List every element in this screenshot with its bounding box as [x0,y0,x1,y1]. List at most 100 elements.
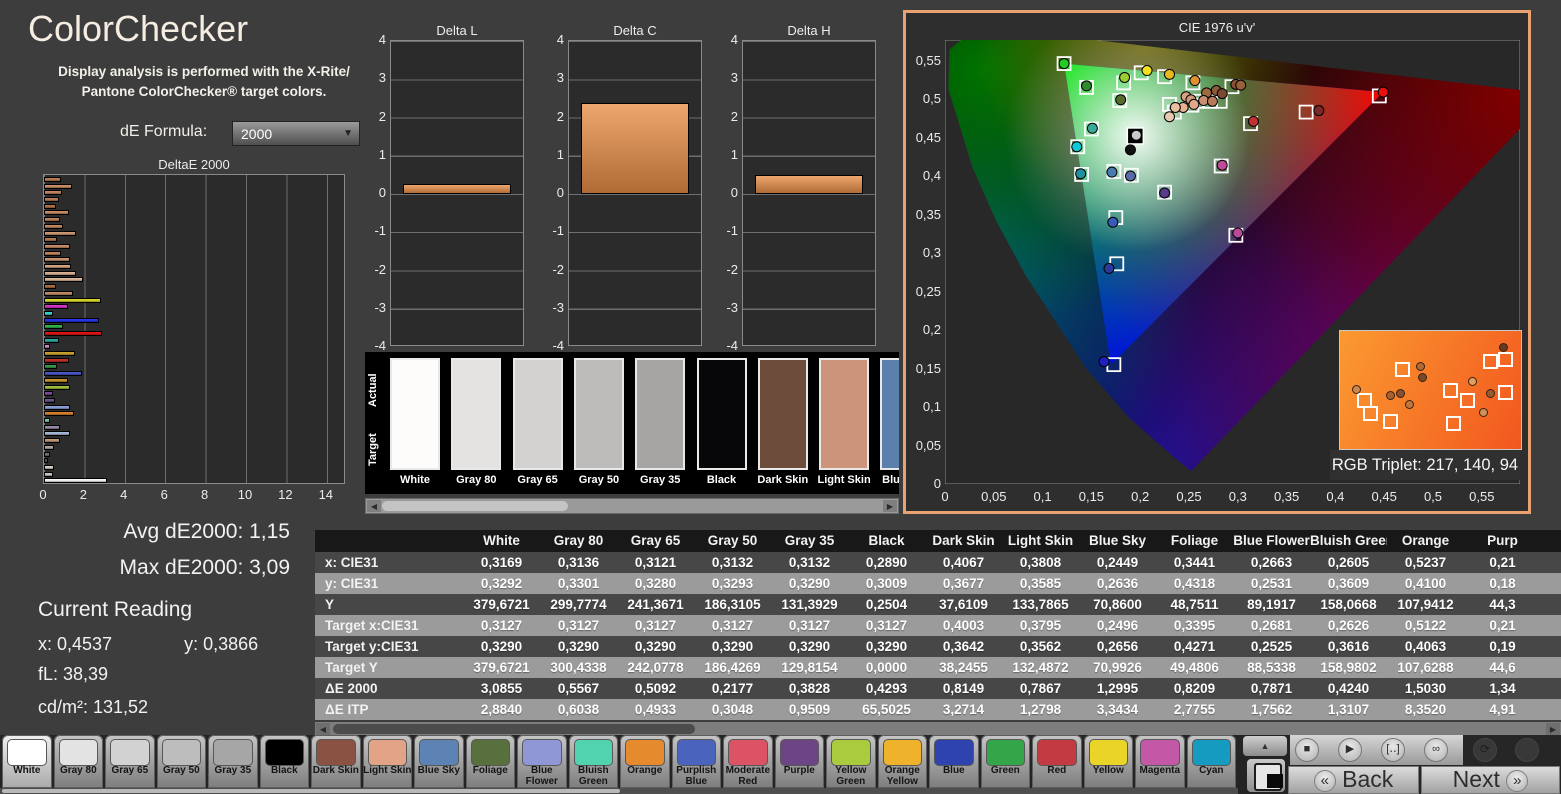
patch-tab-cyan[interactable]: Cyan [1186,735,1237,788]
current-y: y: 0,3866 [184,634,259,654]
de-formula-dropdown[interactable]: 2000 ▼ [232,121,360,146]
patch-tab-blue-sky[interactable]: Blue Sky [414,735,464,788]
record-button[interactable] [1515,738,1539,762]
patch-tab-foliage[interactable]: Foliage [465,735,516,788]
patch-tab-red[interactable]: Red [1032,735,1082,788]
cie-zoom-inset [1339,330,1522,450]
table-cell: 0,2626 [1327,618,1370,633]
patch-tab-gray-35[interactable]: Gray 35 [208,735,258,788]
loop-button[interactable]: ∞ [1424,738,1448,762]
inset-target-square [1497,385,1513,401]
stop-button[interactable]: ■ [1295,738,1319,762]
table-cell: 0,3677 [942,576,985,591]
patch-tab-black[interactable]: Black [259,735,310,788]
tab-scrollbar[interactable] [0,788,1238,794]
cie-x-tick: 0,1 [1033,489,1052,504]
deltae-bar [44,351,76,357]
table-cell: 0,7871 [1250,681,1293,696]
patch-tab-purplish-blue[interactable]: Purplish Blue [671,735,722,788]
y-tick-label: -3 [552,299,564,315]
cie-x-tick: 0,45 [1371,489,1397,504]
table-cell: 0,4240 [1327,681,1370,696]
patch-tab-dark-skin[interactable]: Dark Skin [311,735,361,788]
cie-title: CIE 1976 u'v' [1178,20,1256,35]
patch-tab-gray-65[interactable]: Gray 65 [105,735,155,788]
patch-tab-bluish-green[interactable]: Bluish Green [568,735,619,788]
patch-swatch [880,358,899,470]
deltae-bar [44,190,63,196]
table-cell: 0,3127 [788,618,831,633]
y-tick-label: -2 [552,261,564,277]
patch-tab-gray-50[interactable]: Gray 50 [156,735,207,788]
scroll-right-icon[interactable]: ▶ [883,500,897,512]
deltae-bar [44,384,71,390]
table-row: y: CIE31 0,3292 0,3301 0,3280 0,3293 0,3290 0,… [315,573,1561,594]
table-cell: 0,3290 [634,639,677,654]
actual-label: Actual [367,373,379,407]
table-cell: 0,7867 [1019,681,1062,696]
table-row: Target x:CIE31 0,3127 0,3127 0,3127 0,3127 0,… [315,615,1561,636]
patch-swatch [819,358,870,470]
patch-tab-label: Blue Flower [525,765,558,787]
deltae-bar [44,418,51,424]
delta-bar [402,184,512,194]
patch-tab-yellow-green[interactable]: Yellow Green [826,735,876,788]
table-column-header: Orange [1401,533,1450,548]
table-cell: 0,4933 [634,702,677,717]
patch-tab-yellow[interactable]: Yellow [1083,735,1134,788]
patch-tab-swatch [1088,739,1129,766]
step-button[interactable]: [‥] [1381,738,1405,762]
patch-tab-blue-flower[interactable]: Blue Flower [517,735,567,788]
inset-target-square [1383,414,1399,430]
measurement-dot-marker [1216,159,1228,171]
patch-tab-light-skin[interactable]: Light Skin [362,735,413,788]
tab-panel-expand-button[interactable]: ▲ [1243,736,1287,756]
patch-tab-orange[interactable]: Orange [620,735,670,788]
table-cell: 8,3520 [1404,702,1447,717]
patch-tab-label: Black [270,765,298,776]
table-cell: 0,3301 [557,576,600,591]
chevron-down-icon: ▼ [343,128,353,139]
measurement-dot-marker [1081,80,1093,92]
next-button[interactable]: Next » [1421,766,1560,794]
table-row-label: Target y:CIE31 [325,639,419,654]
swatch-scrollbar[interactable]: ◀ ▶ [365,498,899,514]
table-cell: 0,4063 [1404,639,1447,654]
subtitle-line2: Pantone ColorChecker® target colors. [81,83,327,99]
patch-tab-gray-80[interactable]: Gray 80 [53,735,104,788]
cie-x-tick: 0,55 [1469,489,1495,504]
tab-scroll-thumb[interactable] [2,789,620,793]
deltae-bar [44,391,54,397]
patch-tab-magenta[interactable]: Magenta [1135,735,1185,788]
measurement-dot-marker [1247,115,1259,127]
pattern-window-button[interactable] [1247,759,1285,792]
patch-tab-moderate-red[interactable]: Moderate Red [723,735,773,788]
patch-tab-green[interactable]: Green [980,735,1031,788]
patch-tab-label: Bluish Green [578,765,609,787]
back-button[interactable]: « Back [1288,766,1419,794]
cie-x-tick: 0,25 [1176,489,1202,504]
y-tick-label: 4 [378,32,386,47]
table-cell: 0,3562 [1019,639,1062,654]
swatch-scroll-thumb[interactable] [382,501,568,511]
deltae-bar [44,344,51,350]
scroll-left-icon[interactable]: ◀ [367,500,381,512]
patch-tab-blue[interactable]: Blue [929,735,979,788]
table-cell: 0,21 [1489,555,1516,570]
patch-tab-purple[interactable]: Purple [774,735,825,788]
patch-tab-orange-yellow[interactable]: Orange Yellow [877,735,928,788]
cie-x-tick: 0,5 [1423,489,1443,504]
patch-tab-swatch [934,739,974,766]
deltae-bar [44,310,54,316]
table-scroll-thumb[interactable] [333,724,695,734]
refresh-button[interactable]: ⟳ [1473,738,1497,762]
table-cell: 0,19 [1489,639,1516,654]
table-cell: 49,4806 [1170,660,1219,675]
play-button[interactable]: ▶ [1338,738,1362,762]
table-cell: 2,7755 [1173,702,1216,717]
table-cell: 158,0668 [1320,597,1377,612]
patch-tab-white[interactable]: White [2,735,52,788]
measurement-dot-marker [1216,88,1228,100]
table-cell: 158,9802 [1320,660,1377,675]
table-cell: 0,3127 [557,618,600,633]
